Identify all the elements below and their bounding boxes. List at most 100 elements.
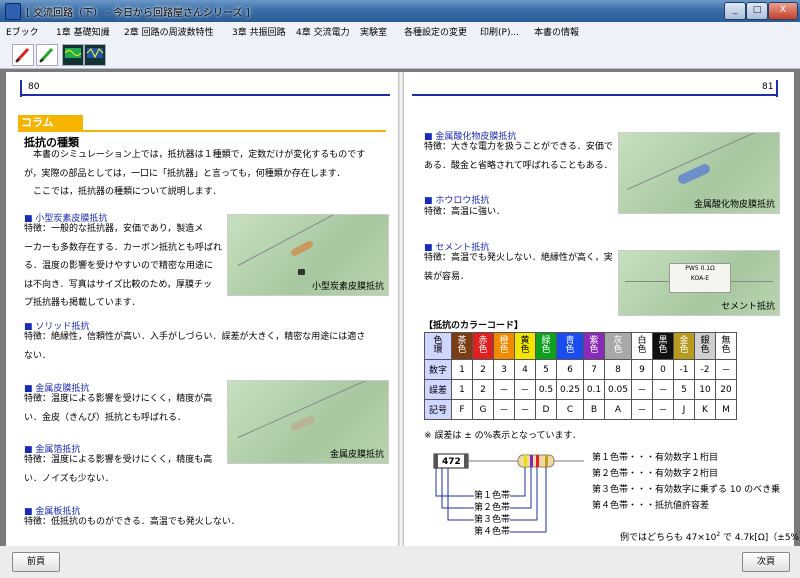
table-cell: － xyxy=(715,359,737,380)
table-cell: 0.5 xyxy=(535,379,557,400)
left-page: 80 コラム 抵抗の種類 本書のシミュレーション上では，抵抗器は１種類で，定数だ… xyxy=(6,72,398,546)
pen-red-icon[interactable] xyxy=(12,44,34,66)
column-label: コラム xyxy=(18,115,83,131)
wave-a-icon[interactable] xyxy=(62,44,84,66)
prev-page-button[interactable]: 前頁 xyxy=(12,552,60,572)
table-cell: K xyxy=(694,399,716,420)
color-swatch: 黄 色 xyxy=(514,332,536,360)
page-number-right: 81 xyxy=(762,82,774,92)
resistor-photo: 小型炭素皮膜抵抗 xyxy=(227,214,389,296)
table-cell: J xyxy=(673,399,695,420)
table-cell: 9 xyxy=(631,359,653,380)
table-cell: － xyxy=(631,399,653,420)
color-code-table: 色 環 茶 色赤 色橙 色黄 色緑 色青 色紫 色灰 色白 色黒 色金 色銀 色… xyxy=(424,332,737,420)
row-header-tolerance: 誤差 xyxy=(424,379,452,400)
table-row: 数字 1 2 3 4 5 6 7 8 9 0 -1 -2 － xyxy=(424,359,737,380)
row-header-color: 色 環 xyxy=(424,332,452,360)
table-cell: 20 xyxy=(715,379,737,400)
band-labels: 第１色帯 第２色帯 第３色帯 第４色帯 xyxy=(474,491,511,537)
resistor-photo: 金属皮膜抵抗 xyxy=(227,380,389,464)
table-cell: G xyxy=(472,399,494,420)
section-body: 特徴：絶縁性，信頼性が高い．入手がしづらい．誤差が大きく，精密な用途には適さ な… xyxy=(24,332,366,361)
row-header-digit: 数字 xyxy=(424,359,452,380)
chip-code-label: 472 xyxy=(442,457,461,467)
table-cell: 5 xyxy=(673,379,695,400)
cement-resistor-marking: PW5 0.1Ω KOA-E xyxy=(669,263,731,293)
toolbar xyxy=(0,40,800,69)
table-cell: 1 xyxy=(451,379,473,400)
photo-caption: 小型炭素皮膜抵抗 xyxy=(311,282,384,292)
menu-settings[interactable]: 各種設定の変更 xyxy=(404,25,467,38)
photo-caption: 金属皮膜抵抗 xyxy=(329,450,384,460)
menu-about[interactable]: 本書の情報 xyxy=(534,25,579,38)
table-cell: 5 xyxy=(535,359,557,380)
window-title: [ 交流回路（下） - 今日から回路屋さんシリーズ ] xyxy=(26,8,250,19)
example-text: 例ではどちらも 47×102 で 4.7k[Ω]（±5%） xyxy=(620,531,800,543)
table-cell: A xyxy=(604,399,632,420)
pen-green-icon[interactable] xyxy=(36,44,58,66)
row-header-symbol: 記号 xyxy=(424,399,452,420)
table-cell: 10 xyxy=(694,379,716,400)
table-row: 記号 F G －－ D C B A －－ J K M xyxy=(424,399,737,420)
table-cell: － xyxy=(493,379,515,400)
table-cell: － xyxy=(493,399,515,420)
menu-chapter-4[interactable]: 4章 交流電力 xyxy=(296,25,350,38)
table-cell: － xyxy=(514,399,536,420)
header-rule xyxy=(20,94,390,96)
table-cell: 1 xyxy=(451,359,473,380)
menu-lab[interactable]: 実験室 xyxy=(360,25,387,38)
header-rule xyxy=(412,94,778,96)
minimize-button[interactable]: _ xyxy=(724,2,746,20)
table-cell: － xyxy=(652,379,674,400)
table-cell: 7 xyxy=(583,359,605,380)
maximize-button[interactable]: □ xyxy=(746,2,768,20)
table-cell: 0.05 xyxy=(604,379,632,400)
photo-caption: セメント抵抗 xyxy=(721,302,775,312)
title-bar: [ 交流回路（下） - 今日から回路屋さんシリーズ ] _ □ X xyxy=(0,0,800,22)
section-body: 特徴：温度による影響を受けにくく，精度も高 い．ノイズも少ない． xyxy=(24,455,213,484)
menu-chapter-3[interactable]: 3章 共振回路 xyxy=(232,25,286,38)
page-number-left: 80 xyxy=(28,82,40,92)
intro-text: 本書のシミュレーション上では，抵抗器は１種類で，定数だけが変化するものです が，… xyxy=(24,150,366,197)
color-swatch: 白 色 xyxy=(631,332,653,360)
bottom-bar xyxy=(0,546,800,578)
menu-chapter-1[interactable]: 1章 基礎知識 xyxy=(56,25,110,38)
section-body: 特徴：低抵抗のものができる．高温でも発火しない． xyxy=(24,517,240,527)
table-cell: 0.25 xyxy=(556,379,584,400)
menu-chapter-2[interactable]: 2章 回路の周波数特性 xyxy=(124,25,214,38)
table-cell: -1 xyxy=(673,359,695,380)
table-cell: 6 xyxy=(556,359,584,380)
menu-bar: Eブック 1章 基礎知識 2章 回路の周波数特性 3章 共振回路 4章 交流電力… xyxy=(0,22,800,41)
color-swatch: 青 色 xyxy=(556,332,584,360)
section-body: 特徴：高温に強い． xyxy=(424,207,506,217)
table-cell: － xyxy=(514,379,536,400)
table-row: 誤差 1 2 －－ 0.5 0.25 0.1 0.05 －－ 5 10 20 xyxy=(424,379,737,400)
table-cell: F xyxy=(451,399,473,420)
wave-b-icon[interactable] xyxy=(84,44,106,66)
section-body: 特徴：温度による影響を受けにくく，精度が高 い．金皮（きんぴ）抵抗とも呼ばれる． xyxy=(24,394,213,423)
table-cell: -2 xyxy=(694,359,716,380)
close-button[interactable]: X xyxy=(768,2,798,20)
menu-ebook[interactable]: Eブック xyxy=(6,25,39,38)
color-swatch: 灰 色 xyxy=(604,332,632,360)
resistor-photo: 金属酸化物皮膜抵抗 xyxy=(618,132,780,214)
color-swatch: 茶 色 xyxy=(451,332,473,360)
table-cell: D xyxy=(535,399,557,420)
table-cell: 0 xyxy=(652,359,674,380)
color-swatch: 銀 色 xyxy=(694,332,716,360)
photo-caption: 金属酸化物皮膜抵抗 xyxy=(693,200,775,210)
resistor-photo: PW5 0.1Ω KOA-E セメント抵抗 xyxy=(618,250,780,316)
color-swatch: 赤 色 xyxy=(472,332,494,360)
color-swatch: 黒 色 xyxy=(652,332,674,360)
color-swatch: 紫 色 xyxy=(583,332,605,360)
table-cell: B xyxy=(583,399,605,420)
table-cell: 2 xyxy=(472,379,494,400)
next-page-button[interactable]: 次頁 xyxy=(742,552,790,572)
section-body: 特徴：一般的な抵抗器，安価であり，製造メ ーカーも多数存在する．カーボン抵抗とも… xyxy=(24,224,223,308)
table-cell: － xyxy=(631,379,653,400)
table-cell: 3 xyxy=(493,359,515,380)
table-cell: 4 xyxy=(514,359,536,380)
color-swatch: 金 色 xyxy=(673,332,695,360)
menu-print[interactable]: 印刷(P)... xyxy=(480,25,519,38)
section-body: 特徴：大きな電力を扱うことができる．安価で ある．酸金と省略されて呼ばれることも… xyxy=(424,142,613,171)
